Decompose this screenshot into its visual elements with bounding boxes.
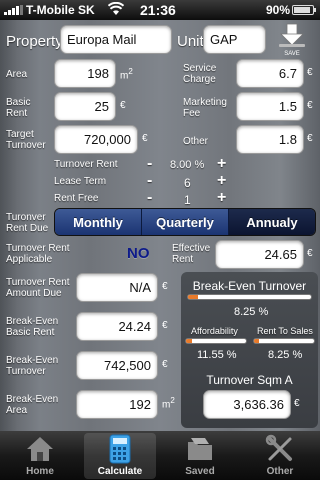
property-input[interactable]: Europa Mail	[60, 25, 172, 54]
turnover-rent-label: Turnover Rent	[54, 159, 118, 170]
break-even-title: Break-Even Turnover	[192, 279, 307, 293]
battery-percent: 90%	[266, 3, 291, 17]
break-even-turnover-bar	[187, 294, 312, 300]
turnover-rent-applicable-label: Turnover Rent Applicable	[6, 243, 70, 265]
tab-bar: Home Calculate Saved Other	[0, 431, 320, 480]
calculator-icon	[109, 434, 131, 464]
effective-rent-unit: €	[307, 248, 313, 259]
turnover-rent-minus-button[interactable]: -	[147, 156, 152, 172]
break-even-turnover-pct: 8.25 %	[234, 306, 269, 318]
area-input[interactable]: 198	[54, 59, 116, 88]
folder-icon	[188, 438, 212, 460]
turnover-rent-due-label: Turonver Rent Due	[6, 212, 49, 234]
lease-term-label: Lease Term	[54, 176, 107, 187]
amount-due-unit: €	[162, 281, 168, 292]
unit-input[interactable]: GAP	[203, 25, 266, 54]
lease-term-value: 6	[184, 176, 191, 190]
download-arrow-icon	[279, 23, 305, 47]
tab-saved[interactable]: Saved	[160, 431, 240, 480]
signal-bars-icon	[4, 5, 23, 15]
break-even-panel: Break-Even Turnover 8.25 % Affordability…	[181, 272, 318, 428]
service-charge-input[interactable]: 6.7	[236, 59, 304, 88]
service-charge-label: Service Charge	[183, 63, 217, 85]
status-time: 21:36	[140, 2, 176, 18]
rent-to-sales-pct: 8.25 %	[268, 349, 303, 361]
affordability-pct: 11.55 %	[197, 349, 237, 361]
rent-free-label: Rent Free	[54, 193, 99, 204]
wifi-icon	[108, 2, 124, 15]
be-basic-rent-output: 24.24	[76, 312, 158, 341]
basic-rent-unit: €	[120, 100, 126, 111]
amount-due-label: Turnover Rent Amount Due	[6, 277, 70, 299]
rent-free-value: 1	[184, 193, 191, 207]
be-area-output: 192	[76, 390, 158, 419]
target-turnover-label: Target Turnover	[6, 129, 46, 151]
unit-label: Unit	[177, 33, 204, 50]
segment-quarterly[interactable]: Quarterly	[142, 209, 229, 235]
effective-rent-output: 24.65	[215, 240, 304, 269]
basic-rent-label: Basic Rent	[6, 97, 31, 119]
other-input[interactable]: 1.8	[236, 125, 304, 154]
turnover-rent-plus-button[interactable]: +	[217, 156, 226, 172]
save-label: SAVE	[284, 51, 300, 57]
be-turnover-output: 742,500	[76, 351, 158, 380]
be-basic-rent-unit: €	[162, 320, 168, 331]
turnover-sqm-title: Turnover Sqm A	[206, 373, 293, 387]
segment-annualy[interactable]: Annualy	[229, 209, 315, 235]
lease-term-minus-button[interactable]: -	[147, 173, 152, 189]
effective-rent-label: Effective Rent	[172, 243, 211, 265]
target-turnover-input[interactable]: 720,000	[54, 125, 138, 154]
affordability-bar	[185, 338, 247, 344]
battery-icon	[292, 5, 316, 15]
be-turnover-unit: €	[162, 359, 168, 370]
be-basic-rent-label: Break-Even Basic Rent	[6, 316, 59, 338]
amount-due-output: N/A	[76, 273, 158, 302]
tab-calculate-label: Calculate	[97, 466, 143, 477]
be-area-unit: m2	[162, 396, 175, 411]
status-bar: T-Mobile SK 21:36 90%	[0, 0, 320, 20]
basic-rent-input[interactable]: 25	[54, 92, 116, 121]
turnover-rent-value: 8.00 %	[170, 159, 205, 171]
be-turnover-label: Break-Even Turnover	[6, 355, 59, 377]
turnover-sqm-unit: €	[294, 398, 300, 409]
rent-free-minus-button[interactable]: -	[147, 190, 152, 206]
save-button[interactable]: SAVE	[277, 22, 307, 57]
lease-term-plus-button[interactable]: +	[217, 173, 226, 189]
rent-free-plus-button[interactable]: +	[217, 190, 226, 206]
marketing-fee-unit: €	[307, 100, 313, 111]
service-charge-unit: €	[307, 67, 313, 78]
marketing-fee-input[interactable]: 1.5	[236, 92, 304, 121]
affordability-label: Affordability	[191, 326, 238, 336]
tab-saved-label: Saved	[185, 466, 215, 477]
rent-due-segmented-control: Monthly Quarterly Annualy	[54, 208, 316, 236]
be-area-label: Break-Even Area	[6, 394, 59, 416]
tab-other-label: Other	[266, 466, 294, 477]
carrier-name: T-Mobile SK	[26, 3, 95, 17]
tools-icon	[265, 434, 292, 461]
tab-calculate[interactable]: Calculate	[80, 431, 160, 480]
other-label: Other	[183, 136, 209, 147]
tab-home-label: Home	[26, 466, 54, 477]
rent-to-sales-bar	[253, 338, 315, 344]
tab-other[interactable]: Other	[240, 431, 320, 480]
tab-home[interactable]: Home	[0, 431, 80, 480]
turnover-rent-applicable-value: NO	[127, 245, 150, 262]
turnover-sqm-output: 3,636.36	[203, 390, 291, 419]
property-label: Property	[6, 33, 63, 50]
other-unit: €	[307, 133, 313, 144]
target-turnover-unit: €	[142, 133, 148, 144]
home-icon	[27, 437, 53, 461]
segment-monthly[interactable]: Monthly	[55, 209, 142, 235]
marketing-fee-label: Marketing Fee	[183, 97, 227, 119]
area-unit: m2	[120, 67, 133, 82]
rent-to-sales-label: Rent To Sales	[257, 326, 313, 336]
area-label: Area	[6, 69, 28, 80]
